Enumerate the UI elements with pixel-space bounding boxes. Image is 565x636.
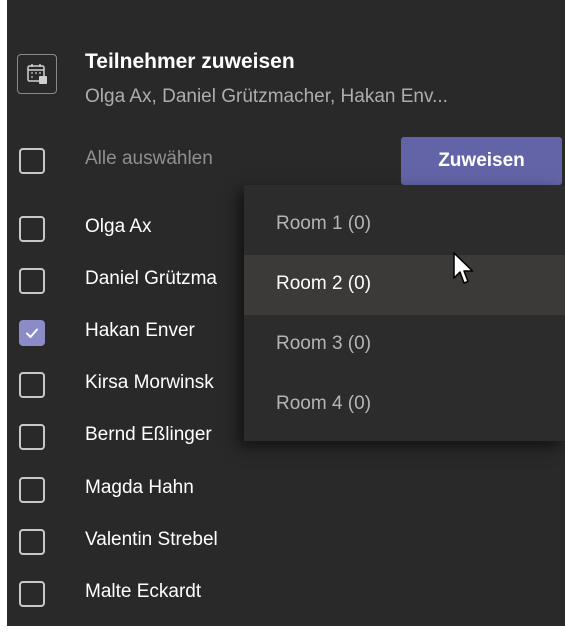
calendar-assign-icon [17, 54, 57, 94]
select-all-label: Alle auswählen [85, 148, 213, 169]
participant-name: Bernd Eßlinger [85, 424, 212, 445]
menu-item-label: Room 3 (0) [276, 333, 372, 354]
menu-item-room-1[interactable]: Room 1 (0) [244, 195, 565, 255]
participant-checkbox[interactable] [19, 372, 45, 398]
participant-row[interactable]: Malte Eckardt [7, 568, 565, 620]
mouse-pointer-icon [453, 252, 474, 284]
participant-checkbox[interactable] [19, 424, 45, 450]
assign-participants-panel: Teilnehmer zuweisen Olga Ax, Daniel Grüt… [7, 0, 565, 626]
menu-item-room-3[interactable]: Room 3 (0) [244, 315, 565, 375]
assign-button[interactable]: Zuweisen [401, 137, 562, 185]
select-all-checkbox[interactable] [19, 148, 45, 174]
participant-checkbox[interactable] [19, 216, 45, 242]
participant-name: Magda Hahn [85, 477, 194, 498]
panel-title: Teilnehmer zuweisen [85, 50, 295, 73]
participant-checkbox[interactable] [19, 529, 45, 555]
checkmark-icon [26, 328, 38, 338]
menu-item-label: Room 1 (0) [276, 213, 372, 234]
participant-name: Malte Eckardt [85, 581, 202, 602]
selected-participants-summary: Olga Ax, Daniel Grützmacher, Hakan Env..… [85, 86, 448, 107]
room-dropdown-menu: Room 1 (0) Room 2 (0) Room 3 (0) Room 4 … [244, 185, 565, 441]
menu-item-room-2[interactable]: Room 2 (0) [244, 255, 565, 315]
participant-checkbox[interactable] [19, 581, 45, 607]
participant-name: Kirsa Morwinsk [85, 372, 214, 393]
menu-item-label: Room 4 (0) [276, 393, 372, 414]
participant-checkbox[interactable] [19, 477, 45, 503]
participant-name: Hakan Enver [85, 320, 195, 341]
menu-item-label: Room 2 (0) [276, 273, 372, 294]
menu-item-room-4[interactable]: Room 4 (0) [244, 375, 565, 435]
participant-row[interactable]: Magda Hahn [7, 464, 565, 516]
participant-row[interactable]: Valentin Strebel [7, 516, 565, 568]
participant-checkbox[interactable] [19, 320, 45, 346]
participant-name: Daniel Grützma [85, 268, 217, 289]
participant-name: Olga Ax [85, 216, 152, 237]
participant-checkbox[interactable] [19, 268, 45, 294]
participant-name: Valentin Strebel [85, 529, 218, 550]
